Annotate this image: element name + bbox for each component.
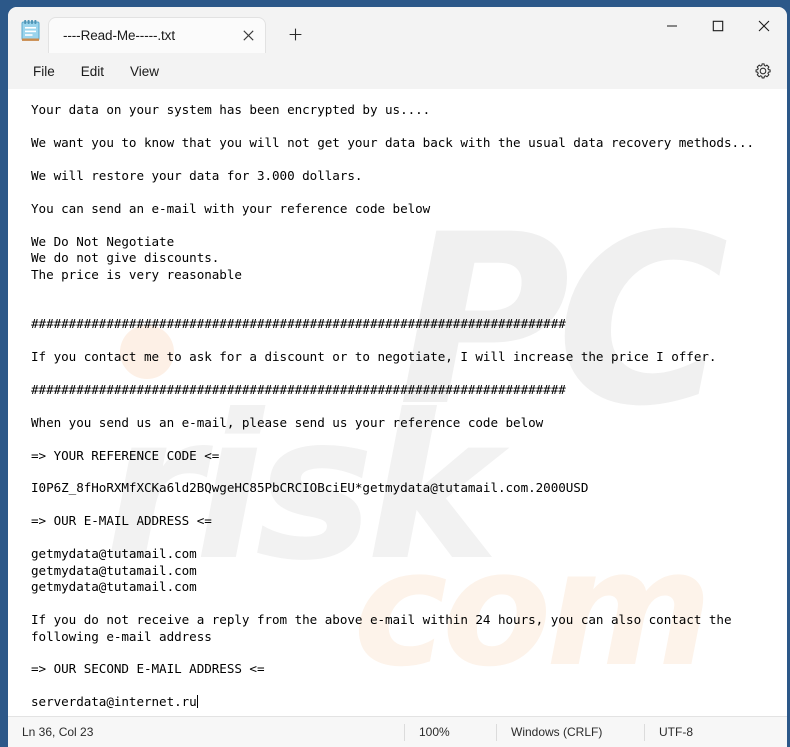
maximize-button[interactable] — [695, 7, 741, 45]
menu-bar: File Edit View — [8, 53, 787, 89]
status-line-ending[interactable]: Windows (CRLF) — [496, 723, 644, 741]
status-cursor-position: Ln 36, Col 23 — [22, 725, 94, 739]
desktop-background: ----Read-Me-----.txt File Edit View PC r… — [0, 0, 790, 747]
notepad-icon — [20, 19, 42, 43]
notepad-window: ----Read-Me-----.txt File Edit View PC r… — [8, 7, 787, 747]
tab-title: ----Read-Me-----.txt — [63, 28, 175, 43]
title-bar: ----Read-Me-----.txt — [8, 7, 787, 53]
new-tab-button[interactable] — [280, 19, 310, 49]
menu-item-file[interactable]: File — [22, 59, 66, 84]
window-controls — [649, 7, 787, 45]
status-bar: Ln 36, Col 23 100% Windows (CRLF) UTF-8 — [8, 716, 787, 747]
text-caret — [196, 695, 198, 709]
text-editor-area[interactable]: PC risk com Your data on your system has… — [8, 89, 787, 716]
status-zoom-level[interactable]: 100% — [404, 723, 496, 741]
status-encoding[interactable]: UTF-8 — [644, 723, 707, 741]
tab-read-me[interactable]: ----Read-Me-----.txt — [48, 17, 266, 53]
ransom-note-text[interactable]: Your data on your system has been encryp… — [8, 89, 787, 711]
close-tab-icon[interactable] — [235, 23, 261, 49]
menu-item-edit[interactable]: Edit — [70, 59, 115, 84]
minimize-button[interactable] — [649, 7, 695, 45]
note-body: Your data on your system has been encryp… — [31, 102, 755, 710]
close-window-button[interactable] — [741, 7, 787, 45]
gear-icon[interactable] — [749, 57, 777, 85]
menu-item-view[interactable]: View — [119, 59, 170, 84]
